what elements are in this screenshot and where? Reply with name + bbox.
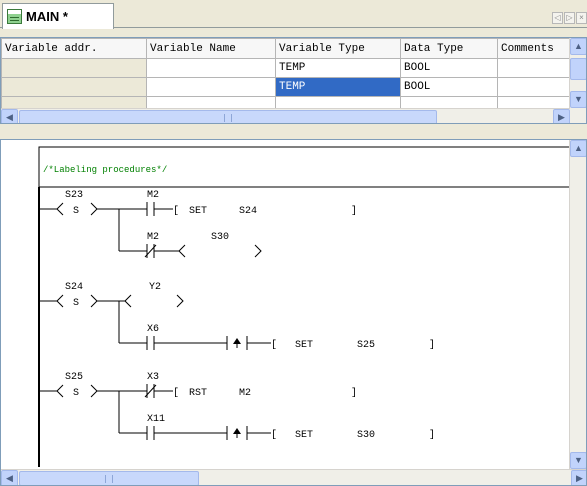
table-row[interactable]: TEMP BOOL <box>1 58 573 78</box>
instruction-bracket: [ <box>173 205 179 217</box>
scroll-left-icon[interactable]: ◀ <box>1 109 18 123</box>
ladder-horizontal-scrollbar[interactable]: ◀ ▶ <box>1 469 586 485</box>
step-label-s24: S24 <box>65 282 83 293</box>
cell-data-type[interactable]: BOOL <box>400 77 498 97</box>
instruction-operand: S25 <box>357 340 375 351</box>
table-row[interactable]: TEMP BOOL <box>1 77 573 97</box>
instruction-bracket: [ <box>173 387 179 399</box>
cell-variable-type-selected[interactable]: TEMP <box>275 77 401 97</box>
table-horizontal-scrollbar[interactable]: ◀ ▶ <box>1 108 570 123</box>
rising-edge-icon <box>233 428 241 434</box>
scroll-down-icon[interactable]: ▼ <box>570 91 586 108</box>
scroll-left-icon[interactable]: ◀ <box>1 470 18 485</box>
instruction-bracket: ] <box>429 339 435 351</box>
coil-label-y2: Y2 <box>149 282 161 293</box>
scroll-right-icon[interactable]: ▶ <box>553 109 570 123</box>
tab-main-label: MAIN * <box>26 9 68 24</box>
cell-comments[interactable] <box>497 58 573 78</box>
scroll-down-icon[interactable]: ▼ <box>570 452 586 469</box>
cell-variable-addr[interactable] <box>1 58 147 78</box>
variable-table-panel: Variable addr. Variable Name Variable Ty… <box>0 37 587 124</box>
scroll-up-icon[interactable]: ▲ <box>570 140 586 157</box>
instruction-bracket: ] <box>429 429 435 441</box>
step-coil-s: S <box>73 206 79 217</box>
tab-scroll-right-icon[interactable]: ▷ <box>564 12 575 24</box>
tab-navigation: ◁ ▷ × <box>551 12 587 24</box>
column-header-comments[interactable]: Comments <box>497 38 573 59</box>
variable-table: Variable addr. Variable Name Variable Ty… <box>1 38 573 116</box>
instruction-operand: S24 <box>239 206 257 217</box>
contact-label-m2: M2 <box>147 190 159 201</box>
column-header-variable-type[interactable]: Variable Type <box>275 38 401 59</box>
cell-variable-type[interactable]: TEMP <box>275 58 401 78</box>
tab-close-icon[interactable]: × <box>576 12 587 24</box>
tab-scroll-left-icon[interactable]: ◁ <box>552 12 563 24</box>
instruction-bracket: [ <box>271 339 277 351</box>
cell-comments[interactable] <box>497 77 573 97</box>
column-header-variable-name[interactable]: Variable Name <box>146 38 276 59</box>
column-header-data-type[interactable]: Data Type <box>400 38 498 59</box>
cell-variable-name[interactable] <box>146 58 276 78</box>
ladder-diagram: /*Labeling procedures*/ S23 S M2 [SET S… <box>38 146 571 467</box>
instruction-bracket: [ <box>271 429 277 441</box>
contact-label-x6: X6 <box>147 324 159 335</box>
scroll-up-icon[interactable]: ▲ <box>570 38 586 55</box>
instruction-operand: S30 <box>357 430 375 441</box>
scroll-thumb[interactable] <box>19 471 199 485</box>
comment-text: /*Labeling procedures*/ <box>43 165 167 175</box>
instruction-bracket: ] <box>351 387 357 399</box>
contact-label-x11: X11 <box>147 414 165 425</box>
contact-label-m2: M2 <box>147 232 159 243</box>
cell-variable-addr[interactable] <box>1 77 147 97</box>
table-vertical-scrollbar[interactable]: ▲ ▼ <box>569 38 586 123</box>
cell-variable-name[interactable] <box>146 77 276 97</box>
coil-label-s30: S30 <box>211 232 229 243</box>
instruction-rst[interactable]: RST <box>189 388 207 399</box>
instruction-operand: M2 <box>239 388 251 399</box>
ladder-editor[interactable]: /*Labeling procedures*/ S23 S M2 [SET S… <box>0 139 587 486</box>
instruction-bracket: ] <box>351 205 357 217</box>
step-label-s23: S23 <box>65 190 83 201</box>
document-tab-strip: MAIN * ◁ ▷ × <box>0 0 587 29</box>
rising-edge-icon <box>233 338 241 344</box>
step-label-s25: S25 <box>65 372 83 383</box>
instruction-set[interactable]: SET <box>189 206 207 217</box>
tab-main[interactable]: MAIN * <box>2 3 114 29</box>
ladder-vertical-scrollbar[interactable]: ▲ ▼ <box>569 140 586 470</box>
step-coil-s: S <box>73 388 79 399</box>
scroll-right-icon[interactable]: ▶ <box>571 470 586 485</box>
step-coil-s: S <box>73 298 79 309</box>
contact-label-x3: X3 <box>147 372 159 383</box>
cell-data-type[interactable]: BOOL <box>400 58 498 78</box>
instruction-set[interactable]: SET <box>295 430 313 441</box>
program-sheet-icon <box>7 9 22 24</box>
column-header-variable-addr[interactable]: Variable addr. <box>1 38 147 59</box>
scroll-thumb[interactable] <box>19 110 437 123</box>
scroll-thumb[interactable] <box>570 58 586 80</box>
instruction-set[interactable]: SET <box>295 340 313 351</box>
